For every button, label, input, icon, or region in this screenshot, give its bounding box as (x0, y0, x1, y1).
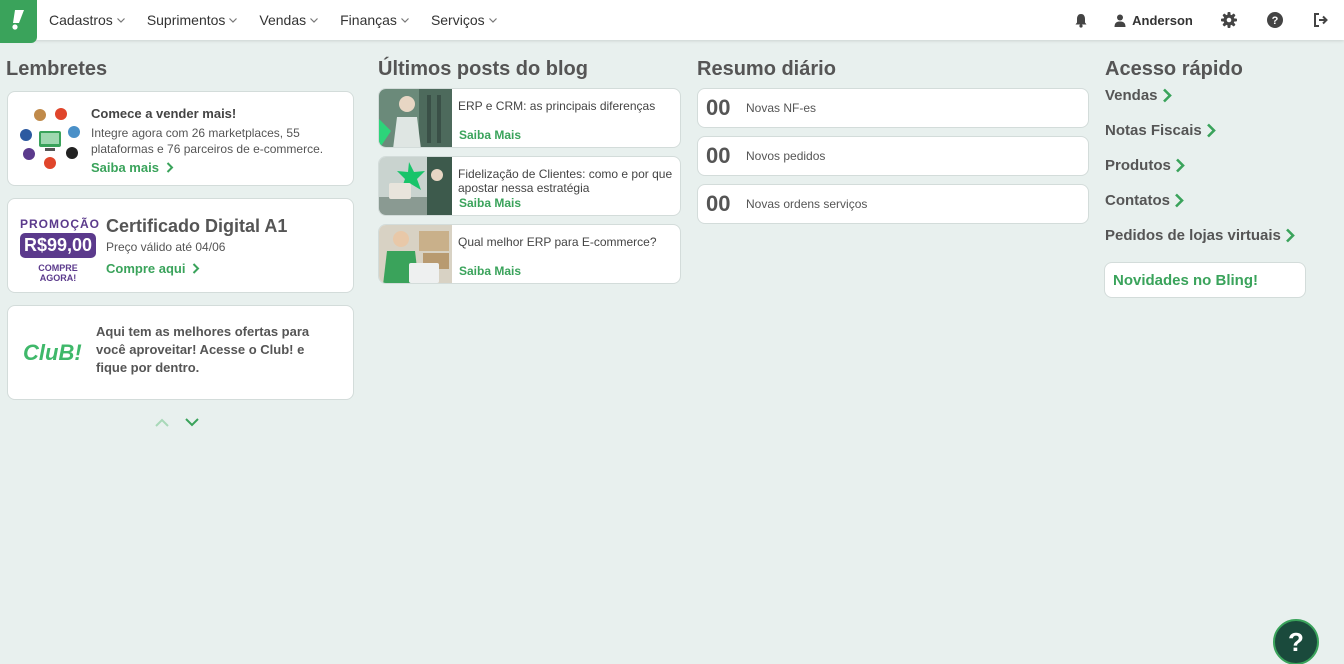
blog-post-link[interactable]: Saiba Mais (459, 128, 521, 142)
blog-post-title: Qual melhor ERP para E-commerce? (458, 235, 657, 249)
blog-post-card[interactable]: ERP e CRM: as principais diferenças Saib… (378, 88, 681, 148)
summary-count: 00 (706, 143, 731, 168)
blog-post-link[interactable]: Saiba Mais (459, 196, 521, 210)
menu-vendas-label: Vendas (259, 12, 307, 28)
user-menu-button[interactable]: Anderson (1101, 0, 1206, 40)
chevron-right-icon (166, 162, 174, 173)
marketplaces-heading: Comece a vender mais! (91, 106, 237, 121)
chevron-right-icon (1285, 228, 1295, 243)
blog-title: Últimos posts do blog (378, 58, 588, 80)
summary-service-orders-card[interactable]: 00 Novas ordens serviços (697, 184, 1089, 224)
notifications-button[interactable] (1061, 0, 1101, 40)
marketplaces-illustration (20, 108, 80, 169)
summary-label: Novos pedidos (746, 149, 826, 163)
quick-link-pedidos-lojas-virtuais[interactable]: Pedidos de lojas virtuais (1105, 227, 1295, 244)
quick-link-contatos[interactable]: Contatos (1105, 192, 1184, 209)
club-body: Aqui tem as melhores ofertas para você a… (96, 324, 310, 375)
menu-financas-label: Finanças (340, 12, 397, 28)
summary-title: Resumo diário (697, 58, 836, 80)
bell-icon (1075, 13, 1087, 28)
blog-thumbnail (379, 89, 452, 147)
settings-button[interactable] (1206, 0, 1252, 40)
menu-suprimentos[interactable]: Suprimentos (147, 12, 238, 28)
blog-post-card[interactable]: Fidelização de Clientes: como e por que … (378, 156, 681, 216)
chevron-right-icon (1175, 193, 1184, 208)
chevron-right-icon (193, 263, 200, 274)
menu-financas[interactable]: Finanças (340, 12, 409, 28)
blog-post-title: Fidelização de Clientes: como e por que … (458, 167, 673, 195)
promo-price-badge: R$99,00 (20, 233, 96, 258)
quick-link-produtos[interactable]: Produtos (1105, 157, 1185, 174)
menu-cadastros[interactable]: Cadastros (49, 12, 125, 28)
blog-post-link[interactable]: Saiba Mais (459, 264, 521, 278)
help-chat-button[interactable]: ? (1273, 619, 1319, 664)
chevron-right-icon (1162, 88, 1172, 103)
chevron-right-icon (1206, 123, 1216, 138)
summary-label: Novas ordens serviços (746, 197, 868, 211)
certificate-buy-link[interactable]: Compre aqui (106, 261, 200, 276)
summary-orders-card[interactable]: 00 Novos pedidos (697, 136, 1089, 176)
club-logo: CluB! (23, 340, 82, 365)
chevron-right-icon (1175, 158, 1185, 173)
top-navigation-bar: Cadastros Suprimentos Vendas Finanças Se… (0, 0, 1344, 43)
menu-suprimentos-label: Suprimentos (146, 12, 226, 28)
menu-vendas[interactable]: Vendas (259, 12, 319, 28)
promo-buy-now: COMPRE AGORA! (38, 263, 78, 283)
chevron-down-icon (116, 17, 125, 23)
user-icon (1114, 14, 1126, 27)
blog-post-card[interactable]: Qual melhor ERP para E-commerce? Saiba M… (378, 224, 681, 284)
reminders-pager (155, 418, 199, 427)
user-name: Anderson (1132, 12, 1193, 28)
menu-servicos-label: Serviços (430, 12, 485, 28)
marketplaces-body: Integre agora com 26 marketplaces, 55 pl… (91, 126, 324, 156)
marketplaces-reminder-card[interactable]: Comece a vender mais! Integre agora com … (7, 91, 354, 186)
marketplaces-learn-more-link[interactable]: Saiba mais (91, 160, 174, 175)
help-icon: ? (1267, 12, 1283, 28)
marketplaces-learn-more-label: Saiba mais (91, 160, 159, 175)
certificate-buy-label: Compre aqui (106, 261, 186, 276)
chevron-down-icon (229, 17, 238, 23)
menu-servicos[interactable]: Serviços (431, 12, 497, 28)
menu-cadastros-label: Cadastros (49, 12, 113, 28)
certificate-heading: Certificado Digital A1 (106, 216, 288, 236)
main-menu: Cadastros Suprimentos Vendas Finanças Se… (49, 0, 519, 40)
quick-link-label: Vendas (1105, 87, 1158, 104)
blog-post-title: ERP e CRM: as principais diferenças (458, 99, 656, 113)
bling-logo[interactable] (0, 0, 37, 43)
summary-label: Novas NF-es (746, 101, 817, 115)
club-reminder-card[interactable]: CluB! Aqui tem as melhores ofertas para … (7, 305, 354, 400)
bling-logo-icon (12, 10, 24, 30)
gear-icon (1221, 12, 1237, 28)
quick-link-label: Produtos (1105, 157, 1171, 174)
certificate-validity: Preço válido até 04/06 (106, 240, 226, 254)
quick-link-label: Notas Fiscais (1105, 122, 1202, 139)
chevron-up-icon[interactable] (155, 418, 169, 427)
quick-link-vendas[interactable]: Vendas (1105, 87, 1172, 104)
blog-thumbnail (379, 157, 452, 215)
svg-text:?: ? (1272, 15, 1279, 27)
chevron-down-icon (401, 17, 409, 23)
logout-icon (1314, 13, 1328, 27)
quick-access-title: Acesso rápido (1105, 58, 1243, 80)
header-actions: Anderson ? (1061, 0, 1344, 40)
chevron-down-icon (488, 17, 497, 23)
summary-nfe-card[interactable]: 00 Novas NF-es (697, 88, 1089, 128)
help-button[interactable]: ? (1252, 0, 1298, 40)
promo-label: PROMOÇÃO (20, 217, 100, 231)
chevron-down-icon (310, 17, 319, 23)
chevron-down-icon[interactable] (185, 418, 199, 427)
quick-link-label: Contatos (1105, 192, 1170, 209)
blog-thumbnail (379, 225, 452, 283)
summary-count: 00 (706, 95, 731, 120)
reminders-title: Lembretes (6, 58, 108, 80)
certificate-reminder-card[interactable]: PROMOÇÃO R$99,00 COMPRE AGORA! Certifica… (7, 198, 354, 293)
summary-count: 00 (706, 191, 731, 216)
quick-link-label: Pedidos de lojas virtuais (1105, 227, 1281, 244)
quick-link-notas-fiscais[interactable]: Notas Fiscais (1105, 122, 1216, 139)
logout-button[interactable] (1298, 0, 1344, 40)
news-button[interactable]: Novidades no Bling! (1104, 262, 1306, 298)
